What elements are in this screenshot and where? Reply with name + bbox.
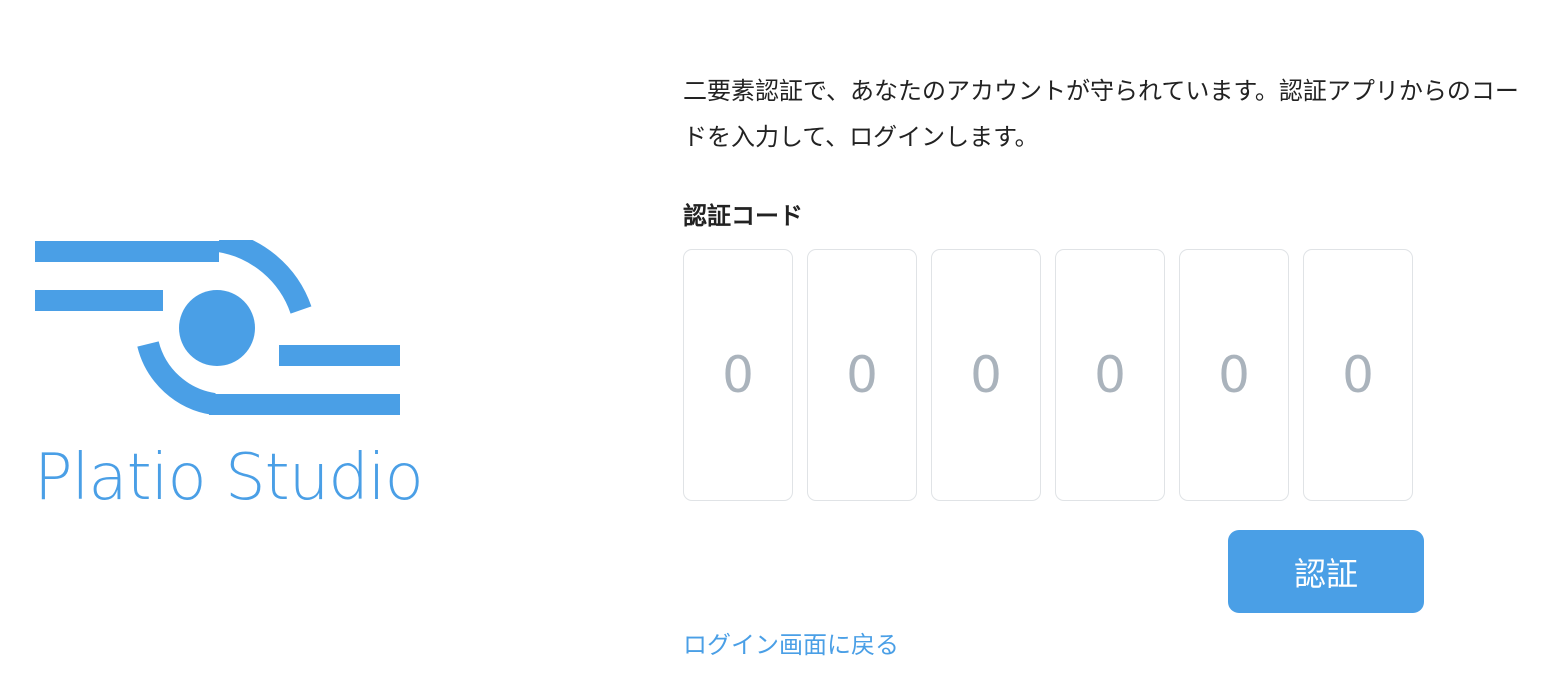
code-input-group xyxy=(683,249,1413,501)
platio-logo-icon xyxy=(35,240,400,415)
brand-name: Platio Studio xyxy=(34,441,424,515)
back-to-login-link[interactable]: ログイン画面に戻る xyxy=(683,628,899,662)
code-digit-1[interactable] xyxy=(683,249,793,501)
code-digit-5[interactable] xyxy=(1179,249,1289,501)
authenticate-button[interactable]: 認証 xyxy=(1228,530,1424,613)
code-digit-6[interactable] xyxy=(1303,249,1413,501)
code-digit-2[interactable] xyxy=(807,249,917,501)
code-digit-4[interactable] xyxy=(1055,249,1165,501)
code-label: 認証コード xyxy=(683,202,803,230)
two-factor-form: 二要素認証で、あなたのアカウントが守られています。認証アプリからのコードを入力し… xyxy=(683,68,1543,659)
brand-logo: Platio Studio xyxy=(34,240,424,515)
code-digit-3[interactable] xyxy=(931,249,1041,501)
two-factor-description: 二要素認証で、あなたのアカウントが守られています。認証アプリからのコードを入力し… xyxy=(683,77,1519,151)
